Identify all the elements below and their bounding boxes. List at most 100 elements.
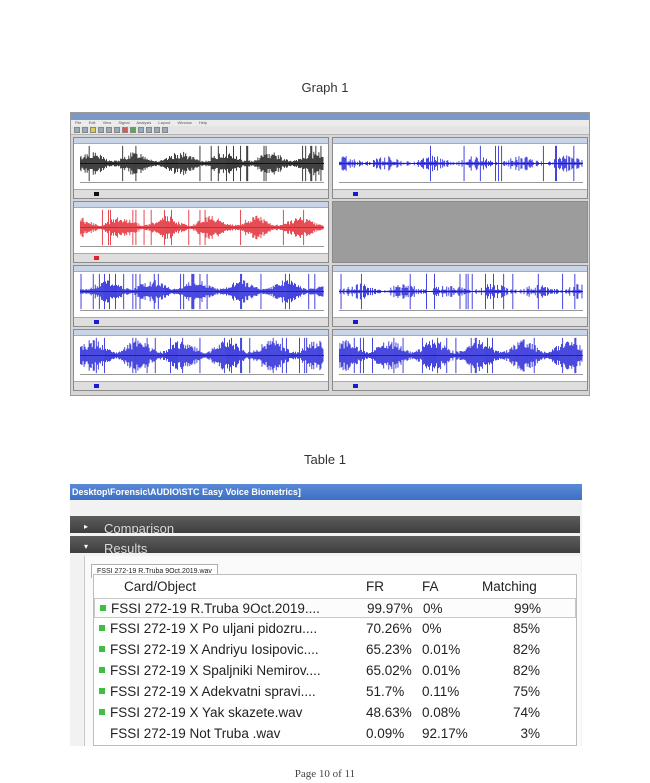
toolbar-icon: [90, 127, 96, 133]
column-header-fr[interactable]: FR: [366, 577, 384, 597]
fa-value: 0.01%: [422, 642, 461, 657]
time-axis: [339, 310, 583, 316]
panel-status-bar: [333, 317, 587, 326]
page-number: Page 10 of 11: [294, 768, 356, 780]
panel-title-bar: [333, 330, 587, 336]
results-tabstrip: FSSI 272-19 R.Truba 9Oct.2019.wav: [91, 560, 218, 578]
card-name: FSSI 272-19 X Adekvatni spravi....: [110, 684, 316, 699]
table-row[interactable]: FSSI 272-19 R.Truba 9Oct.2019.... 99.97% 0…: [94, 598, 576, 618]
empty-panel: [332, 201, 588, 263]
time-axis: [339, 374, 583, 380]
panel-title-bar: [74, 202, 328, 208]
card-name: FSSI 272-19 R.Truba 9Oct.2019....: [111, 601, 320, 616]
fa-value: 0.11%: [422, 684, 460, 699]
card-name: FSSI 272-19 X Po uljani pidozru....: [110, 621, 318, 636]
panel-status-bar: [333, 189, 587, 198]
table-row[interactable]: FSSI 272-19 X Andriyu Iosipovic.... 65.23…: [94, 640, 576, 660]
matching-value: 82%: [512, 642, 540, 657]
status-marker-icon: [99, 661, 105, 681]
collapse-arrow-icon: ▾: [84, 542, 89, 551]
waveform-panel[interactable]: [332, 329, 588, 391]
panel-status-bar: [74, 253, 328, 262]
menu-item: Layout: [158, 120, 171, 125]
toolbar-icon: [98, 127, 104, 133]
status-marker-icon: [99, 640, 105, 660]
column-header-fa[interactable]: FA: [422, 577, 439, 597]
menu-item: Edit: [88, 120, 96, 125]
waveform-panel[interactable]: [73, 329, 329, 391]
fa-value: 0%: [422, 621, 442, 636]
waveform-plot: [339, 337, 583, 374]
waveform-panel[interactable]: [332, 265, 588, 327]
card-name: FSSI 272-19 X Yak skazete.wav: [110, 705, 303, 720]
panel-status-bar: [74, 189, 328, 198]
waveform-plot: [339, 145, 583, 182]
time-axis: [339, 182, 583, 188]
matching-value: 3%: [520, 726, 540, 741]
waveform-plot: [80, 145, 324, 182]
status-marker-icon: [99, 619, 105, 639]
toolbar-gap: [70, 500, 582, 516]
panel-title-bar: [74, 266, 328, 272]
panel-title-bar: [333, 266, 587, 272]
card-name: FSSI 272-19 X Spaljniki Nemirov....: [110, 663, 321, 678]
time-axis: [80, 374, 324, 380]
matching-value: 85%: [512, 621, 540, 636]
path-bar: Desktop\Forensic\AUDIO\STC Easy Voice Bi…: [70, 484, 582, 500]
panel-title-bar: [74, 330, 328, 336]
panel-title-bar: [74, 138, 328, 144]
comparison-label: Comparison: [104, 521, 175, 533]
status-marker-icon: [99, 703, 105, 723]
time-axis: [80, 310, 324, 316]
graph-caption: Graph 1: [301, 80, 349, 95]
matching-value: 82%: [512, 663, 540, 678]
panel-status-bar: [74, 381, 328, 390]
toolbar-icon: [138, 127, 144, 133]
column-header-matching[interactable]: Matching: [482, 577, 537, 597]
table-row[interactable]: FSSI 272-19 X Po uljani pidozru.... 70.26…: [94, 619, 576, 639]
time-axis: [80, 246, 324, 252]
panel-status-bar: [74, 317, 328, 326]
waveform-plot: [80, 337, 324, 374]
app-title-bar: [71, 113, 589, 120]
fr-value: 99.97%: [367, 601, 413, 616]
table-header: Card/Object FR FA Matching: [94, 577, 576, 597]
app-toolbar: [71, 126, 589, 135]
status-marker-icon: [99, 682, 105, 702]
toolbar-icon: [74, 127, 80, 133]
toolbar-icon: [82, 127, 88, 133]
toolbar-icon: [114, 127, 120, 133]
waveform-panel[interactable]: [73, 201, 329, 263]
results-label: Results: [104, 541, 148, 553]
card-name: FSSI 272-19 X Andriyu Iosipovic....: [110, 642, 319, 657]
menu-item: Signal: [118, 120, 130, 125]
fr-value: 0.09%: [366, 726, 405, 741]
panel-title-bar: [333, 138, 587, 144]
table-row[interactable]: FSSI 272-19 Not Truba .wav 0.09% 92.17% 3%: [94, 724, 576, 744]
waveform-panel[interactable]: [332, 137, 588, 199]
toolbar-icon: [162, 127, 168, 133]
results-area: FSSI 272-19 R.Truba 9Oct.2019.wav Card/O…: [84, 556, 581, 746]
time-axis: [80, 182, 324, 188]
column-header-card[interactable]: Card/Object: [124, 577, 196, 597]
table-row[interactable]: FSSI 272-19 X Adekvatni spravi.... 51.7% 0…: [94, 682, 576, 702]
status-marker-icon: [100, 599, 106, 619]
table-row[interactable]: FSSI 272-19 X Yak skazete.wav 48.63% 0.08%…: [94, 703, 576, 723]
expand-arrow-icon: ▸: [84, 522, 89, 531]
table-row[interactable]: FSSI 272-19 X Spaljniki Nemirov.... 65.02…: [94, 661, 576, 681]
fr-value: 65.23%: [366, 642, 412, 657]
waveform-panel[interactable]: [73, 265, 329, 327]
fr-value: 65.02%: [366, 663, 412, 678]
fa-value: 0%: [423, 601, 443, 616]
toolbar-icon: [154, 127, 160, 133]
menu-item: File: [75, 120, 82, 125]
matching-value: 99%: [513, 601, 541, 616]
waveform-screenshot: File Edit View Signal Analysis Layout Wi…: [70, 112, 590, 396]
fa-value: 0.08%: [422, 705, 461, 720]
card-name: FSSI 272-19 Not Truba .wav: [110, 726, 281, 741]
fr-value: 51.7%: [366, 684, 405, 699]
comparison-section-header[interactable]: ▸ Comparison: [70, 516, 580, 533]
results-section-header[interactable]: ▾ Results: [70, 536, 580, 553]
fa-value: 92.17%: [422, 726, 468, 741]
waveform-panel[interactable]: [73, 137, 329, 199]
